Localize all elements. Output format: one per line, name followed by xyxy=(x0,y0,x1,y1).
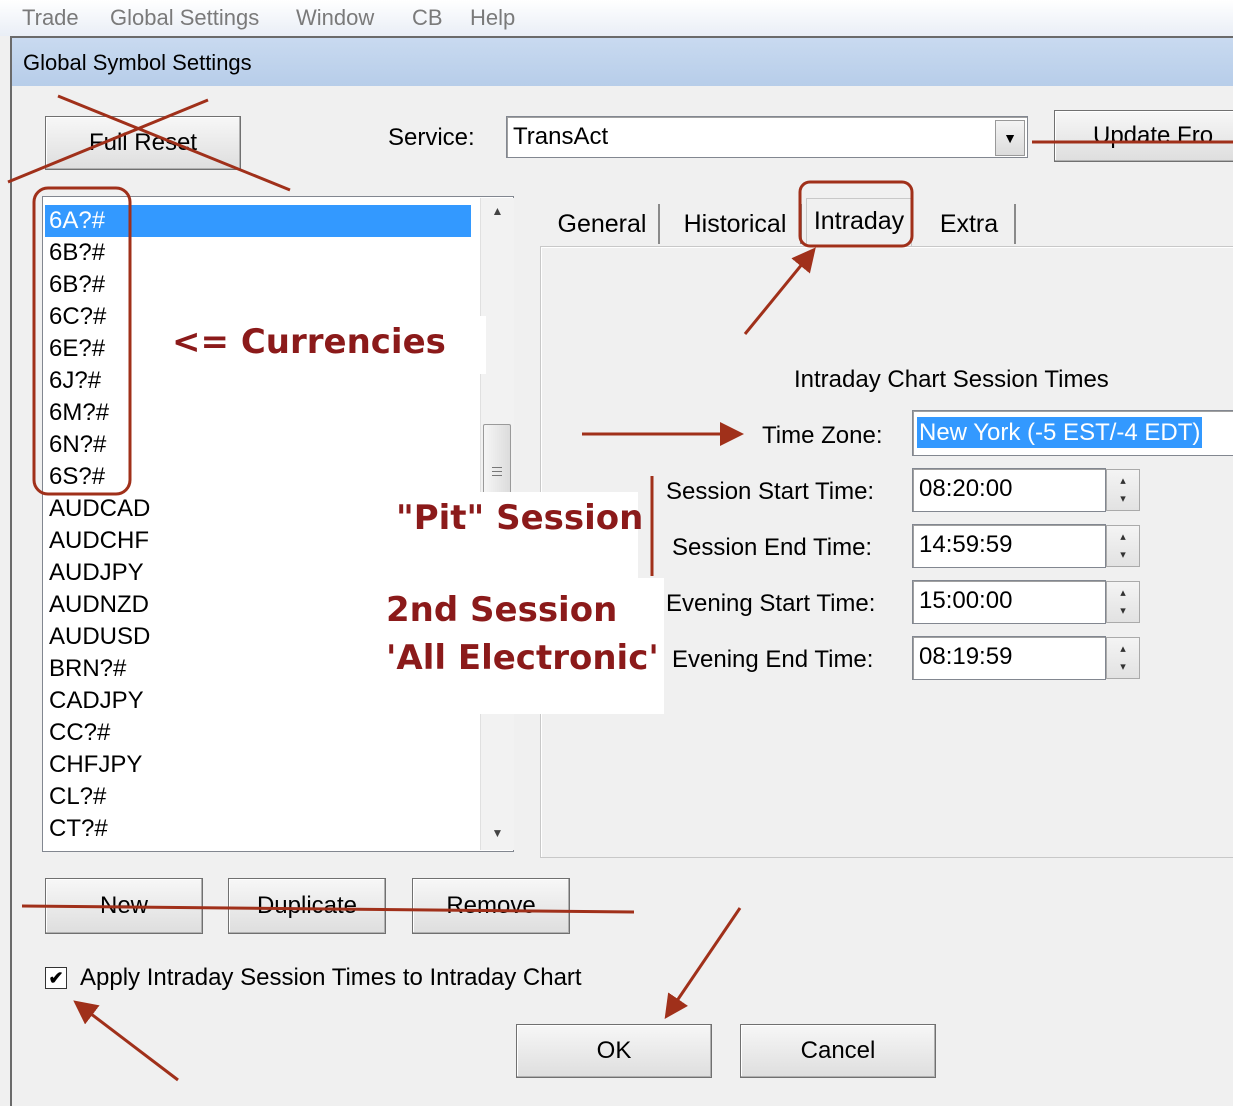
arrow-icon xyxy=(664,907,742,1019)
arrow-icon xyxy=(73,1000,179,1082)
intraday-tab-highlight xyxy=(798,180,914,248)
strike-line xyxy=(21,904,635,914)
arrow-icon xyxy=(743,247,816,335)
strike-line xyxy=(7,98,209,184)
strike-line xyxy=(57,94,291,192)
currencies-highlight xyxy=(32,186,132,496)
annotation-overlay xyxy=(7,94,1233,1082)
